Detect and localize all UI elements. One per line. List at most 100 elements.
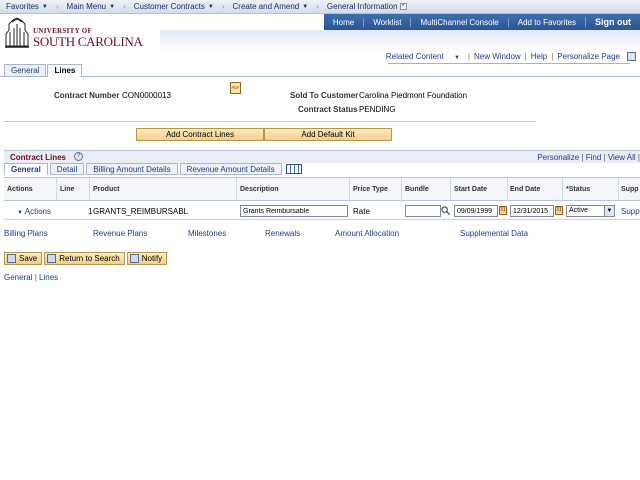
grid-tab-billing-amount-details[interactable]: Billing Amount Details [86,163,178,175]
caret-down-icon: ▼ [17,210,23,216]
table-row: ▼ Actions 1 GRANTS_REIMBURSABL Rate 31 3… [4,202,640,220]
header-gradient [160,30,640,52]
column-separator [450,178,451,202]
nav-separator: › [55,2,59,11]
new-window-link[interactable]: New Window [470,52,525,61]
main-menu[interactable]: Main Menu ▼ [61,2,122,11]
logo-south-carolina: SOUTH CAROLINA [33,34,143,49]
column-header-start-date: Start Date [454,186,488,193]
row-end-date-input[interactable] [510,205,554,217]
column-separator [401,178,402,202]
caret-down-icon: ▼ [302,3,309,10]
page-actions-toolbar: Save Return to Search Notify [4,252,169,265]
column-header-description: Description [240,186,279,193]
nav-separator: › [221,2,225,11]
view-all-link[interactable]: View All [608,153,636,162]
contract-lines-title: Contract Lines [10,153,67,162]
related-content-bar: Related Content ▼ | New Window | Help | … [378,52,636,61]
row-price-type: Rate [353,207,370,216]
sold-to-customer-label: Sold To Customer [290,91,359,100]
chevron-down-icon: ▼ [604,206,614,216]
footer-page-links: General | Lines [4,273,58,282]
column-header-supplemental: Supp [621,186,639,193]
return-to-search-button[interactable]: Return to Search [44,252,125,265]
column-header-product: Product [93,186,120,193]
tower-logo-icon [3,16,31,50]
row-description-input[interactable] [240,205,348,217]
personalize-link[interactable]: Personalize [537,153,579,162]
billing-plans-link[interactable]: Billing Plans [4,229,48,238]
worklist-link[interactable]: Worklist [363,17,410,27]
contract-status-label: Contract Status [298,105,358,114]
sign-out-link[interactable]: Sign out [585,17,640,27]
tab-general[interactable]: General [4,64,47,76]
revenue-plans-link[interactable]: Revenue Plans [93,229,147,238]
header-links: Home Worklist MultiChannel Console Add t… [323,14,640,30]
row-bundle-input[interactable] [405,205,441,217]
divider [4,121,536,122]
contract-button-row: Add Contract Lines Add Default Kit [136,128,392,141]
university-logo: UNIVERSITY OF SOUTH CAROLINA [3,16,153,50]
column-header-bundle: Bundle [405,186,429,193]
row-status-select[interactable]: Active ▼ [566,205,615,217]
add-to-favorites-link[interactable]: Add to Favorites [507,17,585,27]
footer-lines-link[interactable]: Lines [39,273,58,282]
amount-allocation-link[interactable]: Amount Allocation [335,229,399,238]
table-header-row: Actions Line Product Description Price T… [4,177,640,202]
divider [388,63,630,64]
home-link[interactable]: Home [324,18,363,27]
column-header-end-date: End Date [510,186,541,193]
grid-tab-revenue-amount-details[interactable]: Revenue Amount Details [179,163,282,175]
document-icon[interactable]: PDF [230,82,241,94]
save-button[interactable]: Save [4,252,43,265]
caret-down-icon: ▼ [207,3,214,10]
row-actions-menu[interactable]: ▼ Actions [17,207,51,216]
milestones-link[interactable]: Milestones [188,229,226,238]
top-navigation-bar: Favorites ▼ › Main Menu ▼ › Customer Contr… [0,0,640,14]
close-icon[interactable]: × [399,3,407,10]
column-separator [349,178,350,202]
footer-general-link[interactable]: General [4,273,32,282]
row-supplemental-link[interactable]: Supp [621,207,640,216]
calendar-icon[interactable]: 31 [555,206,563,215]
row-product: GRANTS_REIMBURSABL [93,207,189,216]
nav-separator: › [123,2,126,11]
caret-down-icon: ▼ [41,3,48,10]
help-link[interactable]: Help [527,52,551,61]
show-all-columns-icon[interactable] [285,164,302,174]
breadcrumb-general-information[interactable]: General Information × [321,2,413,11]
find-link[interactable]: Find [586,153,602,162]
multichannel-console-link[interactable]: MultiChannel Console [410,17,507,27]
caret-down-icon: ▼ [109,3,116,10]
column-separator [236,178,237,202]
add-contract-lines-button[interactable]: Add Contract Lines [136,128,264,141]
personalize-page-link[interactable]: Personalize Page [553,52,624,61]
column-header-status: *Status [566,186,591,193]
add-default-kit-button[interactable]: Add Default Kit [264,128,392,141]
breadcrumb-customer-contracts[interactable]: Customer Contracts ▼ [128,2,220,11]
branding-header: UNIVERSITY OF SOUTH CAROLINA Home Workli… [0,14,640,52]
sold-to-customer-value: Carolina Piedmont Foundation [359,91,468,100]
calendar-icon[interactable]: 31 [499,206,507,215]
row-start-date-input[interactable] [454,205,498,217]
tab-lines[interactable]: Lines [47,64,83,77]
breadcrumb-create-amend[interactable]: Create and Amend ▼ [227,2,315,11]
save-icon [7,254,16,263]
caret-down-icon: ▼ [453,55,460,61]
tab-divider [0,76,640,77]
contract-number-value: CON0000013 [122,91,171,100]
supplemental-data-link[interactable]: Supplemental Data [460,229,528,238]
related-content-menu[interactable]: Related Content ▼ [378,52,468,61]
grid-links: Personalize | Find | View All | [537,153,640,162]
notify-button[interactable]: Notify [126,252,168,265]
column-header-actions: Actions [7,186,33,193]
lookup-search-icon[interactable] [441,206,450,215]
contract-number-label: Contract Number [54,91,120,100]
page-options-icon[interactable] [627,52,636,61]
renewals-link[interactable]: Renewals [265,229,300,238]
column-separator [89,178,90,202]
favorites-menu[interactable]: Favorites ▼ [0,2,54,11]
help-icon[interactable]: ? [74,152,83,161]
grid-tab-detail[interactable]: Detail [49,163,85,175]
grid-tab-general[interactable]: General [4,163,48,175]
